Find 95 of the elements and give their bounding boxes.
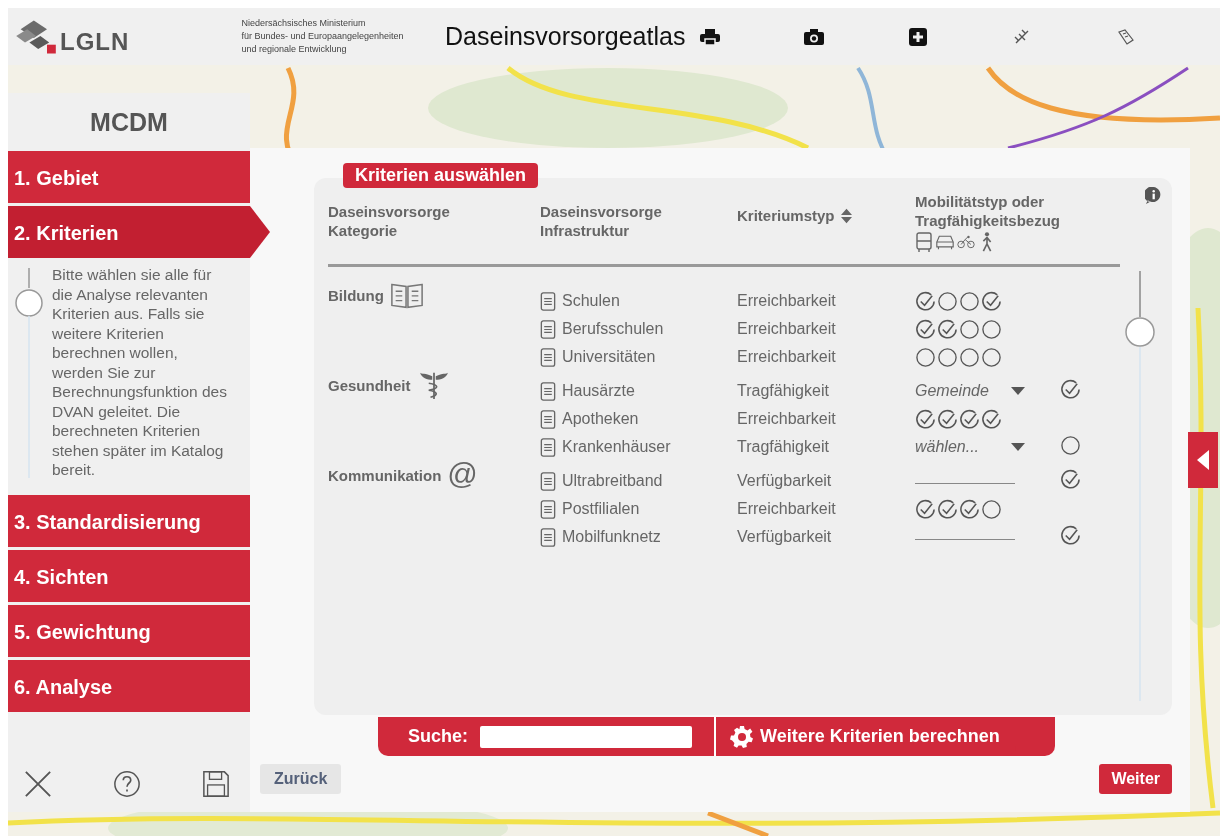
document-icon bbox=[540, 471, 556, 491]
infrastructure-label: Berufsschulen bbox=[562, 320, 664, 338]
document-icon bbox=[540, 347, 556, 367]
reference-dropdown[interactable]: wählen... bbox=[915, 438, 1025, 456]
at-symbol: @ bbox=[447, 457, 478, 491]
close-icon[interactable] bbox=[24, 770, 52, 798]
document-icon bbox=[540, 409, 556, 429]
checked-circle-icon[interactable] bbox=[981, 408, 1002, 430]
search-label: Suche: bbox=[408, 726, 468, 747]
sort-icon[interactable] bbox=[840, 207, 852, 224]
document-icon bbox=[540, 499, 556, 519]
print-icon[interactable] bbox=[700, 27, 720, 46]
infrastructure-label: Hausärzte bbox=[562, 382, 635, 400]
criterion-type: Erreichbarkeit bbox=[737, 500, 837, 518]
checked-circle-icon[interactable] bbox=[1060, 468, 1081, 490]
ministry-line: für Bundes- und Europaangelegenheiten bbox=[241, 30, 405, 43]
step-description: Bitte wählen sie alle für die Analyse relevanten Kriterien aus. Falls sie weitere Kriterien berechnen wollen, werden Sie zur Berechnungsfunktion des DVAN geleitet. Die berechneten Kriterien stehen später im Katalog bereit. bbox=[52, 265, 228, 480]
app-title: Daseinsvorsorgeatlas bbox=[445, 22, 687, 51]
infrastructure-label: Mobilfunknetz bbox=[562, 528, 661, 546]
checked-circle-icon[interactable] bbox=[937, 408, 958, 430]
info-icon[interactable] bbox=[1145, 187, 1162, 204]
step-tab[interactable]: 6. Analyse bbox=[8, 660, 250, 712]
ministry-line: und regionale Entwicklung bbox=[241, 43, 348, 56]
infrastructure-label: Universitäten bbox=[562, 348, 656, 366]
step-tab[interactable]: 3. Standardisierung bbox=[8, 495, 250, 547]
infrastructure-label: Schulen bbox=[562, 292, 620, 310]
document-icon bbox=[540, 319, 556, 339]
panel-toggle-button[interactable] bbox=[1188, 432, 1218, 488]
step-tab[interactable]: 4. Sichten bbox=[8, 550, 250, 602]
infrastructure-label: Postfilialen bbox=[562, 500, 640, 518]
empty-circle-icon[interactable] bbox=[959, 346, 980, 368]
empty-circle-icon[interactable] bbox=[959, 290, 980, 312]
document-icon bbox=[540, 437, 556, 457]
logo-text: LGLN bbox=[60, 27, 130, 56]
column-header: Daseinsvorsorge Kategorie bbox=[328, 202, 451, 240]
help-icon[interactable] bbox=[113, 770, 141, 798]
criterion-type: Erreichbarkeit bbox=[737, 292, 837, 310]
document-icon bbox=[540, 527, 556, 547]
plus-icon[interactable] bbox=[908, 27, 928, 46]
search-field[interactable] bbox=[480, 725, 692, 748]
caret-icon bbox=[1011, 387, 1025, 395]
ministry-line: Niedersächsisches Ministerium bbox=[241, 17, 367, 30]
criterion-type: Verfügbarkeit bbox=[737, 472, 833, 490]
category-label: Bildung bbox=[328, 287, 384, 304]
checked-circle-icon[interactable] bbox=[915, 498, 936, 520]
column-header: Daseinsvorsorge Infrastruktur bbox=[540, 202, 663, 240]
checked-circle-icon[interactable] bbox=[1060, 524, 1081, 546]
checked-circle-icon[interactable] bbox=[915, 408, 936, 430]
caret-icon bbox=[1011, 443, 1025, 451]
checked-circle-icon[interactable] bbox=[915, 290, 936, 312]
empty-circle-icon[interactable] bbox=[915, 346, 936, 368]
bus-icon bbox=[915, 232, 933, 252]
checked-circle-icon[interactable] bbox=[915, 318, 936, 340]
empty-circle-icon[interactable] bbox=[981, 318, 1002, 340]
infrastructure-label: Krankenhäuser bbox=[562, 438, 671, 456]
sidebar-title: MCDM bbox=[89, 107, 169, 138]
checked-circle-icon[interactable] bbox=[1060, 378, 1081, 400]
empty-circle-icon[interactable] bbox=[981, 346, 1002, 368]
infrastructure-label: Apotheken bbox=[562, 410, 639, 428]
empty-circle-icon[interactable] bbox=[937, 290, 958, 312]
infrastructure-label: Ultrabreitband bbox=[562, 472, 663, 490]
checked-circle-icon[interactable] bbox=[959, 498, 980, 520]
checked-circle-icon[interactable] bbox=[937, 318, 958, 340]
reference-dropdown[interactable]: Gemeinde bbox=[915, 382, 1025, 400]
criterion-type: Verfügbarkeit bbox=[737, 528, 833, 546]
tab-pointer bbox=[250, 206, 270, 258]
empty-circle-icon[interactable] bbox=[1060, 434, 1081, 456]
book-icon bbox=[389, 281, 424, 309]
camera-icon[interactable] bbox=[804, 27, 824, 46]
step-tab[interactable]: 5. Gewichtung bbox=[8, 605, 250, 657]
checked-circle-icon[interactable] bbox=[981, 290, 1002, 312]
checked-circle-icon[interactable] bbox=[937, 498, 958, 520]
column-header[interactable]: Kriteriumstyp bbox=[737, 206, 835, 225]
scrollbar[interactable] bbox=[1124, 271, 1156, 701]
criterion-type: Tragfähigkeit bbox=[737, 382, 830, 400]
column-header: Mobilitätstyp oder Tragfähigkeitsbezug bbox=[915, 192, 1062, 230]
empty-circle-icon[interactable] bbox=[981, 498, 1002, 520]
criterion-type: Erreichbarkeit bbox=[737, 320, 837, 338]
empty-circle-icon[interactable] bbox=[937, 346, 958, 368]
save-icon[interactable] bbox=[202, 770, 230, 798]
settings-icon bbox=[730, 724, 754, 749]
section-title: Kriterien auswählen bbox=[343, 163, 539, 188]
collapse-icon bbox=[1197, 450, 1209, 470]
empty-circle-icon[interactable] bbox=[959, 318, 980, 340]
back-button[interactable]: Zurück bbox=[260, 764, 342, 794]
criterion-type: Tragfähigkeit bbox=[737, 438, 830, 456]
category-label: Kommunikation bbox=[328, 467, 442, 484]
document-icon bbox=[540, 291, 556, 311]
next-button[interactable]: Weiter bbox=[1099, 764, 1172, 794]
category-label: Gesundheit bbox=[328, 377, 411, 394]
criterion-type: Erreichbarkeit bbox=[737, 410, 837, 428]
document-icon bbox=[540, 381, 556, 401]
checked-circle-icon[interactable] bbox=[959, 408, 980, 430]
step-tab[interactable]: 1. Gebiet bbox=[8, 151, 250, 203]
criterion-type: Erreichbarkeit bbox=[737, 348, 837, 366]
